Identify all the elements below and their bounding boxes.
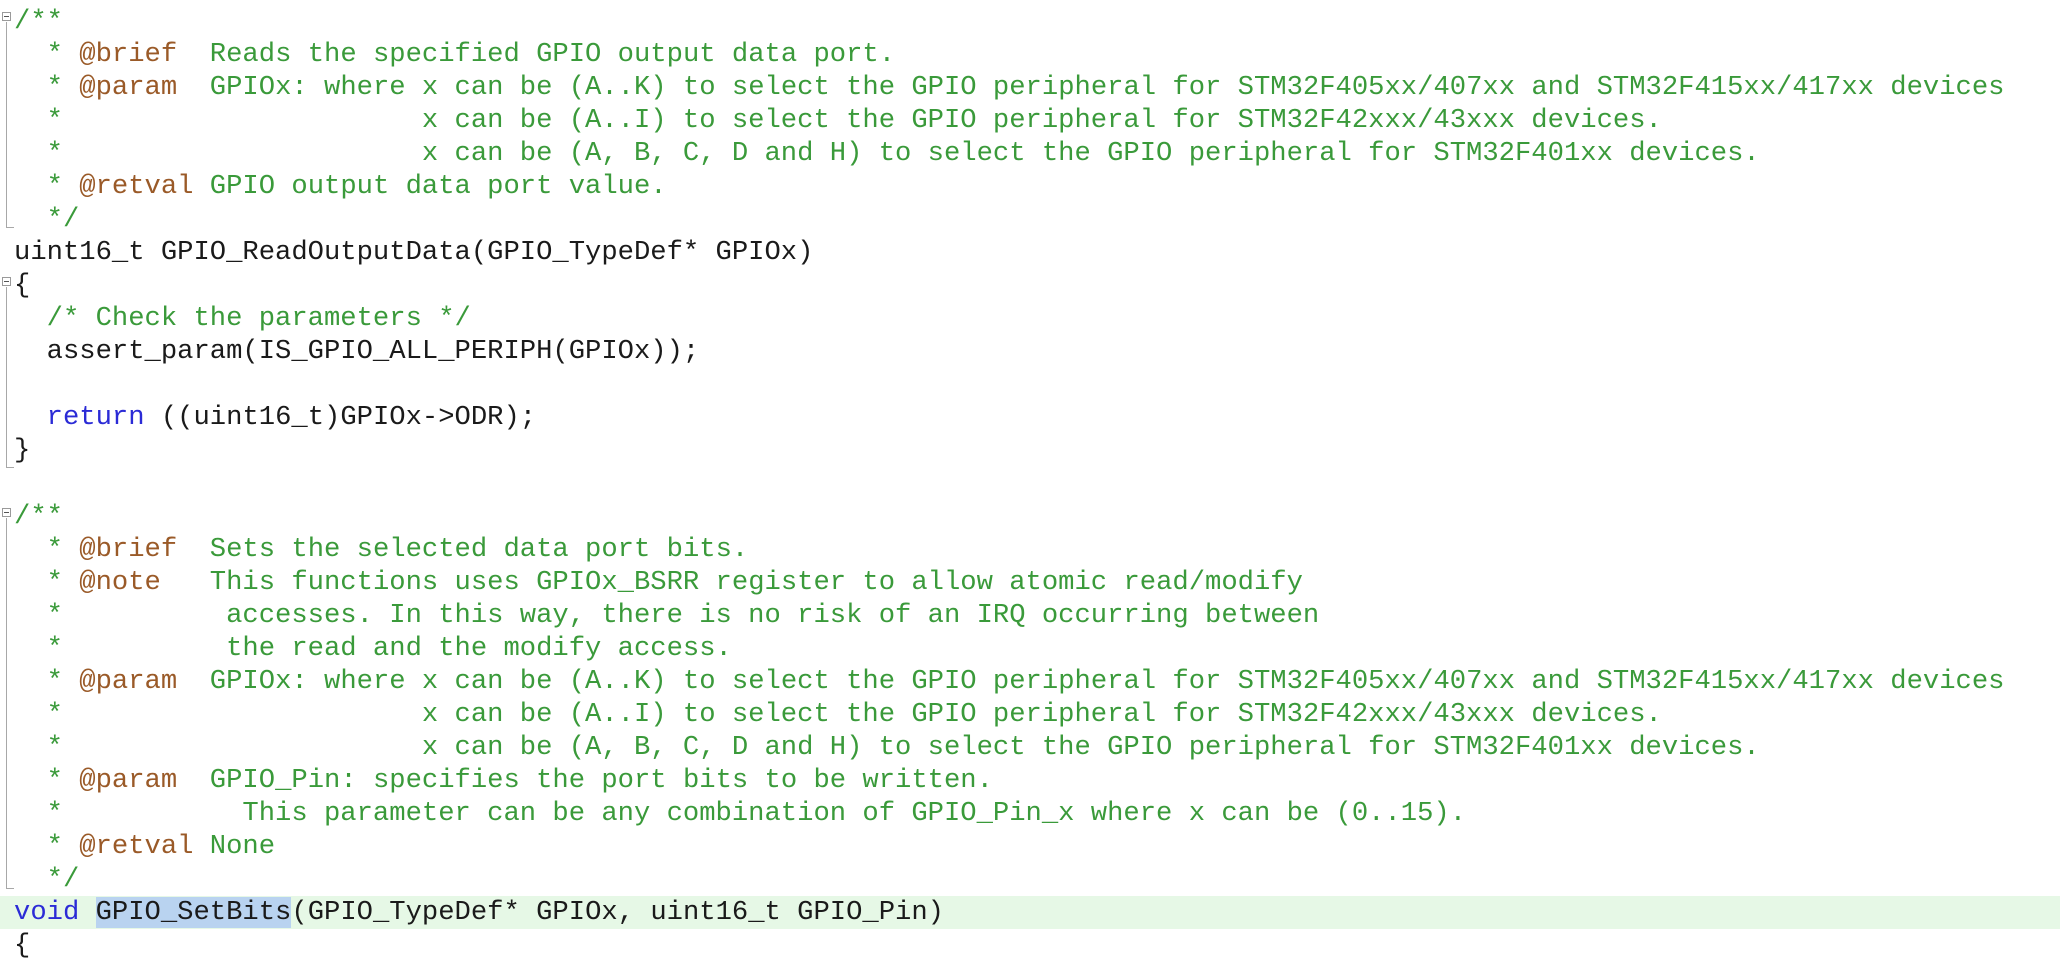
code-line: * x can be (A, B, C, D and H) to select … — [0, 137, 2060, 170]
comment-text: This functions uses GPIOx_BSRR register … — [160, 567, 1303, 598]
doc-tag: @retval — [79, 831, 194, 862]
current-code-line[interactable]: void GPIO_SetBits(GPIO_TypeDef* GPIOx, u… — [0, 896, 2060, 929]
comment-text: * — [14, 765, 80, 796]
comment-text: GPIO output data port value. — [193, 171, 667, 202]
code-line: * @brief Sets the selected data port bit… — [0, 533, 2060, 566]
comment-text: * x can be (A, B, C, D and H) to select … — [14, 732, 1760, 763]
code-line: */ — [0, 863, 2060, 896]
comment-text: * This parameter can be any combination … — [14, 798, 1467, 829]
comment-text: * — [14, 831, 80, 862]
code-editor[interactable]: /** * @brief Reads the specified GPIO ou… — [0, 0, 2060, 961]
comment-text: /** — [14, 501, 63, 532]
code-line: * @param GPIOx: where x can be (A..K) to… — [0, 665, 2060, 698]
code-line: * @retval None — [0, 830, 2060, 863]
code-line: uint16_t GPIO_ReadOutputData(GPIO_TypeDe… — [0, 236, 2060, 269]
statement: ((uint16_t)GPIOx->ODR); — [144, 402, 537, 433]
doc-tag: @note — [79, 567, 161, 598]
comment-text: * x can be (A, B, C, D and H) to select … — [14, 138, 1760, 169]
code-line: } — [0, 434, 2060, 467]
keyword: void — [14, 897, 80, 928]
code-line: * x can be (A..I) to select the GPIO per… — [0, 698, 2060, 731]
comment-text: Reads the specified GPIO output data por… — [177, 39, 896, 70]
code-line: * @note This functions uses GPIOx_BSRR r… — [0, 566, 2060, 599]
comment-text: GPIOx: where x can be (A..K) to select t… — [177, 666, 2005, 697]
code-line: /** — [0, 500, 2060, 533]
code-line: * accesses. In this way, there is no ris… — [0, 599, 2060, 632]
code-line: * This parameter can be any combination … — [0, 797, 2060, 830]
comment-text: * the read and the modify access. — [14, 633, 732, 664]
comment-text: * — [14, 39, 80, 70]
code-line: /* Check the parameters */ — [0, 302, 2060, 335]
comment-text: * x can be (A..I) to select the GPIO per… — [14, 105, 1662, 136]
brace: } — [14, 435, 31, 466]
comment-text: * x can be (A..I) to select the GPIO per… — [14, 699, 1662, 730]
doc-tag: @brief — [79, 534, 178, 565]
code-line: * x can be (A, B, C, D and H) to select … — [0, 731, 2060, 764]
comment-text: None — [193, 831, 276, 862]
doc-tag: @brief — [79, 39, 178, 70]
doc-tag: @param — [79, 72, 178, 103]
code-line: { — [0, 269, 2060, 302]
comment-text: /* Check the parameters */ — [14, 303, 471, 334]
code-line: * x can be (A..I) to select the GPIO per… — [0, 104, 2060, 137]
brace: { — [14, 930, 31, 961]
code-line: * the read and the modify access. — [0, 632, 2060, 665]
comment-text: */ — [14, 204, 80, 235]
doc-tag: @param — [79, 765, 178, 796]
comment-text: */ — [14, 864, 80, 895]
function-signature: uint16_t GPIO_ReadOutputData(GPIO_TypeDe… — [14, 237, 814, 268]
code-line: * @param GPIO_Pin: specifies the port bi… — [0, 764, 2060, 797]
code-line: * @retval GPIO output data port value. — [0, 170, 2060, 203]
comment-text: * — [14, 534, 80, 565]
function-signature: (GPIO_TypeDef* GPIOx, uint16_t GPIO_Pin) — [291, 897, 944, 928]
comment-text: GPIOx: where x can be (A..K) to select t… — [177, 72, 2005, 103]
comment-text: * — [14, 567, 80, 598]
brace: { — [14, 270, 31, 301]
comment-text: * — [14, 171, 80, 202]
code-line: */ — [0, 203, 2060, 236]
doc-tag: @retval — [79, 171, 194, 202]
comment-text: GPIO_Pin: specifies the port bits to be … — [177, 765, 993, 796]
doc-tag: @param — [79, 666, 178, 697]
comment-text: * — [14, 72, 80, 103]
comment-text: * — [14, 666, 80, 697]
selected-identifier[interactable]: GPIO_SetBits — [95, 897, 292, 928]
code-line: * @brief Reads the specified GPIO output… — [0, 38, 2060, 71]
code-line: assert_param(IS_GPIO_ALL_PERIPH(GPIOx)); — [0, 335, 2060, 368]
comment-text: Sets the selected data port bits. — [177, 534, 749, 565]
comment-text: /** — [14, 6, 63, 37]
code-line: * @param GPIOx: where x can be (A..K) to… — [0, 71, 2060, 104]
comment-text: * accesses. In this way, there is no ris… — [14, 600, 1320, 631]
keyword: return — [46, 402, 145, 433]
code-line: return ((uint16_t)GPIOx->ODR); — [0, 401, 2060, 434]
code-line: /** — [0, 5, 2060, 38]
statement: assert_param(IS_GPIO_ALL_PERIPH(GPIOx)); — [14, 336, 700, 367]
code-line: { — [0, 929, 2060, 962]
